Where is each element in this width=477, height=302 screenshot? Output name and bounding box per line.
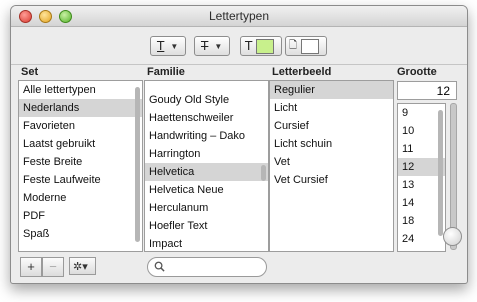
typeface-list-item[interactable]: Licht schuin — [270, 135, 393, 153]
set-list-item[interactable]: Favorieten — [19, 117, 142, 135]
family-list[interactable]: Goudy Old Style Haettenschweiler Handwriti… — [144, 80, 269, 252]
set-list-item[interactable]: Alle lettertypen — [19, 81, 142, 99]
set-column-header: Set — [21, 66, 39, 78]
toolbar: T ▼ T ▼ T 🗋 — [11, 27, 467, 64]
family-list-item[interactable]: Goudy Old Style — [145, 91, 268, 109]
set-list-item[interactable]: Nederlands — [19, 99, 142, 117]
bottom-bar: + − ✲▾ — [11, 250, 467, 283]
document-icon: 🗋 — [289, 39, 298, 51]
title-bar: Lettertypen — [11, 6, 467, 27]
set-list-item[interactable]: Feste Laufweite — [19, 171, 142, 189]
search-icon — [154, 261, 165, 272]
search-field[interactable] — [147, 257, 267, 277]
family-list-item[interactable]: Handwriting – Dako — [145, 127, 268, 145]
size-input[interactable]: 12 — [397, 81, 457, 100]
family-list-item[interactable]: Haettenschweiler — [145, 109, 268, 127]
typeface-column-header: Letterbeeld — [272, 66, 332, 78]
gear-menu-button[interactable]: ✲▾ — [69, 257, 96, 275]
window-title: Lettertypen — [208, 9, 270, 23]
typeface-rows: Regulier Licht Cursief Licht schuin Vet Vet C… — [270, 81, 393, 189]
text-color-swatch — [256, 38, 275, 54]
typeface-list[interactable]: Regulier Licht Cursief Licht schuin Vet Vet C… — [269, 80, 394, 252]
family-list-item[interactable]: Hoefler Text — [145, 217, 268, 235]
set-list-item[interactable]: Laatst gebruikt — [19, 135, 142, 153]
document-color-swatch — [301, 38, 320, 54]
set-scrollbar[interactable] — [135, 87, 140, 242]
gear-icon: ✲▾ — [73, 261, 88, 273]
text-color-icon: T — [245, 39, 253, 53]
family-column-header: Familie — [147, 66, 185, 78]
add-collection-button[interactable]: + — [20, 257, 42, 277]
family-list-item[interactable]: Helvetica — [145, 163, 268, 181]
strikethrough-icon: T — [201, 39, 209, 53]
underline-icon: T — [157, 39, 165, 53]
size-slider-thumb[interactable] — [443, 227, 462, 246]
family-scrollbar[interactable] — [261, 165, 266, 181]
typeface-list-item[interactable]: Regulier — [270, 81, 393, 99]
toolbar-divider — [11, 64, 467, 65]
family-list-item[interactable]: Harrington — [145, 145, 268, 163]
family-list-item[interactable]: Helvetica Neue — [145, 181, 268, 199]
set-list-item[interactable]: PDF — [19, 207, 142, 225]
set-list[interactable]: Alle lettertypen Nederlands Favorieten Laat… — [18, 80, 143, 252]
set-list-item[interactable]: Spaß — [19, 225, 142, 243]
size-column-header: Grootte — [397, 66, 437, 78]
size-scrollbar[interactable] — [438, 110, 443, 236]
chevron-down-icon: ▼ — [170, 41, 179, 51]
strikethrough-popup-button[interactable]: T ▼ — [194, 36, 230, 56]
family-list-item[interactable]: Herculanum — [145, 199, 268, 217]
underline-popup-button[interactable]: T ▼ — [150, 36, 186, 56]
typeface-list-item[interactable]: Vet — [270, 153, 393, 171]
fonts-window: Lettertypen T ▼ T ▼ T 🗋 Set Familie Lett… — [10, 5, 468, 284]
typeface-list-item[interactable]: Licht — [270, 99, 393, 117]
set-list-item[interactable]: Moderne — [19, 189, 142, 207]
chevron-down-icon: ▼ — [214, 41, 223, 51]
size-list[interactable]: 9 10 11 12 13 14 18 24 — [397, 103, 446, 252]
text-color-button[interactable]: T — [240, 36, 282, 56]
family-rows: Goudy Old Style Haettenschweiler Handwriti… — [145, 81, 268, 251]
typeface-list-item[interactable]: Vet Cursief — [270, 171, 393, 189]
set-rows: Alle lettertypen Nederlands Favorieten Laat… — [19, 81, 142, 243]
document-color-button[interactable]: 🗋 — [285, 36, 327, 56]
remove-collection-button[interactable]: − — [42, 257, 64, 277]
typeface-list-item[interactable]: Cursief — [270, 117, 393, 135]
set-list-item[interactable]: Feste Breite — [19, 153, 142, 171]
